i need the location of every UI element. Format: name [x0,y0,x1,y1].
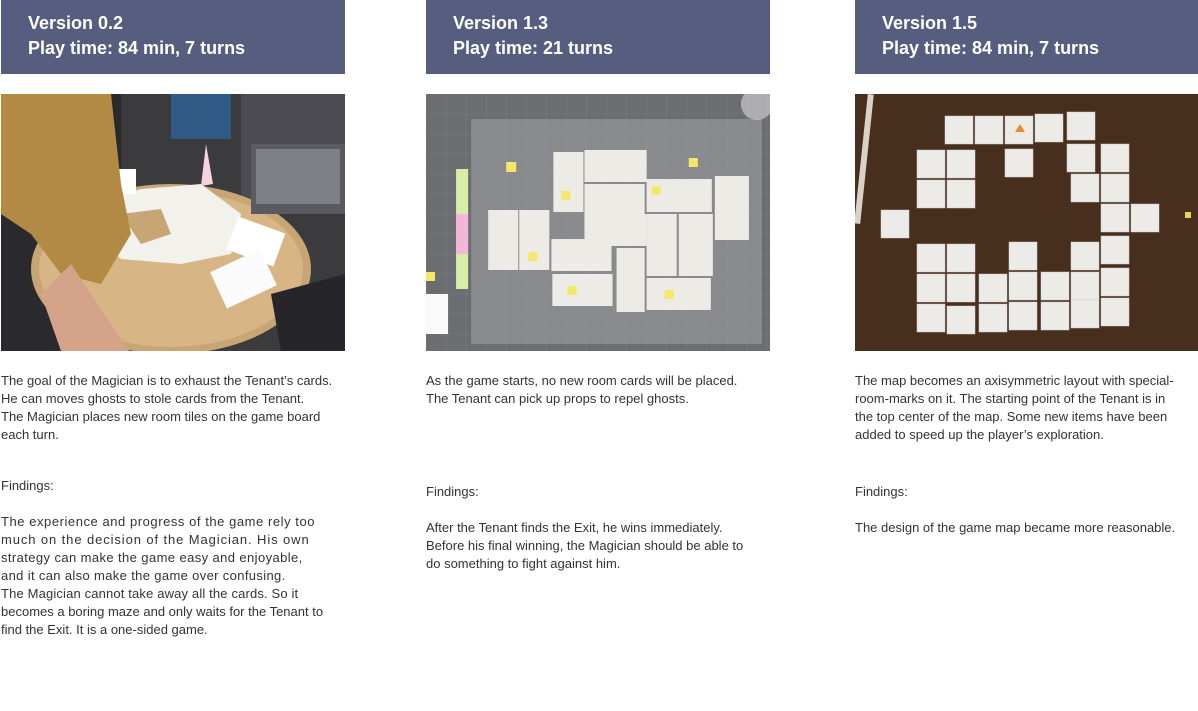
playtest-photo [426,94,770,351]
playtest-photo [1,94,345,351]
findings-label: Findings: [426,484,479,499]
version-column-1-3: Version 1.3 Play time: 21 turns As the g… [426,0,770,571]
description-line: each turn. [1,427,59,442]
version-header: Version 1.5 Play time: 84 min, 7 turns [855,0,1198,74]
findings-line: Before his final winning, the Magician s… [426,538,744,553]
version-header: Version 1.3 Play time: 21 turns [426,0,770,74]
findings-line: and it can also make the game over confu… [1,568,286,583]
play-time: Play time: 21 turns [453,38,614,58]
findings-label: Findings: [855,484,908,499]
findings-text: The experience and progress of the game … [1,513,345,639]
description-line: added to speed up the player’s explorati… [855,427,1104,442]
findings-line: The Magician cannot take away all the ca… [1,586,299,601]
description-line: He can moves ghosts to stole cards from … [1,391,305,406]
version-header: Version 0.2 Play time: 84 min, 7 turns [1,0,345,74]
description-line: The Tenant can pick up props to repel gh… [426,391,689,406]
findings-label: Findings: [1,478,54,493]
description: The map becomes an axisymmetric layout w… [855,372,1198,444]
findings-line: After the Tenant finds the Exit, he wins… [426,520,723,535]
findings-line: find the Exit. It is a one-sided game. [1,622,208,637]
description-line: The goal of the Magician is to exhaust t… [1,373,333,388]
findings-line: much on the decision of the Magician. Hi… [1,532,310,547]
description-line: The Magician places new room tiles on th… [1,409,321,424]
findings-line: strategy can make the game easy and enjo… [1,550,303,565]
description-line: As the game starts, no new room cards wi… [426,373,738,388]
playtest-photo-image [1,94,345,351]
findings-line: do something to fight against him. [426,556,621,571]
playtest-photo-image [426,94,770,351]
description-line: room-marks on it. The starting point of … [855,391,1166,406]
findings-text: After the Tenant finds the Exit, he wins… [426,519,770,573]
findings-line: becomes a boring maze and only waits for… [1,604,324,619]
play-time: Play time: 84 min, 7 turns [28,38,246,58]
description-line: The map becomes an axisymmetric layout w… [855,373,1174,388]
findings-text: The design of the game map became more r… [855,519,1198,537]
version-title: Version 1.5 [882,13,978,33]
description-line: the top center of the map. Some new item… [855,409,1168,424]
playtest-photo-image [855,94,1198,351]
version-column-1-5: Version 1.5 Play time: 84 min, 7 turns T… [855,0,1198,535]
version-title: Version 0.2 [28,13,124,33]
playtest-photo [855,94,1198,351]
findings-line: The experience and progress of the game … [1,514,316,529]
description: The goal of the Magician is to exhaust t… [1,372,345,444]
description: As the game starts, no new room cards wi… [426,372,770,408]
version-title: Version 1.3 [453,13,549,33]
play-time: Play time: 84 min, 7 turns [882,38,1100,58]
findings-line: The design of the game map became more r… [855,520,1176,535]
version-column-0-2: Version 0.2 Play time: 84 min, 7 turns T… [1,0,345,637]
